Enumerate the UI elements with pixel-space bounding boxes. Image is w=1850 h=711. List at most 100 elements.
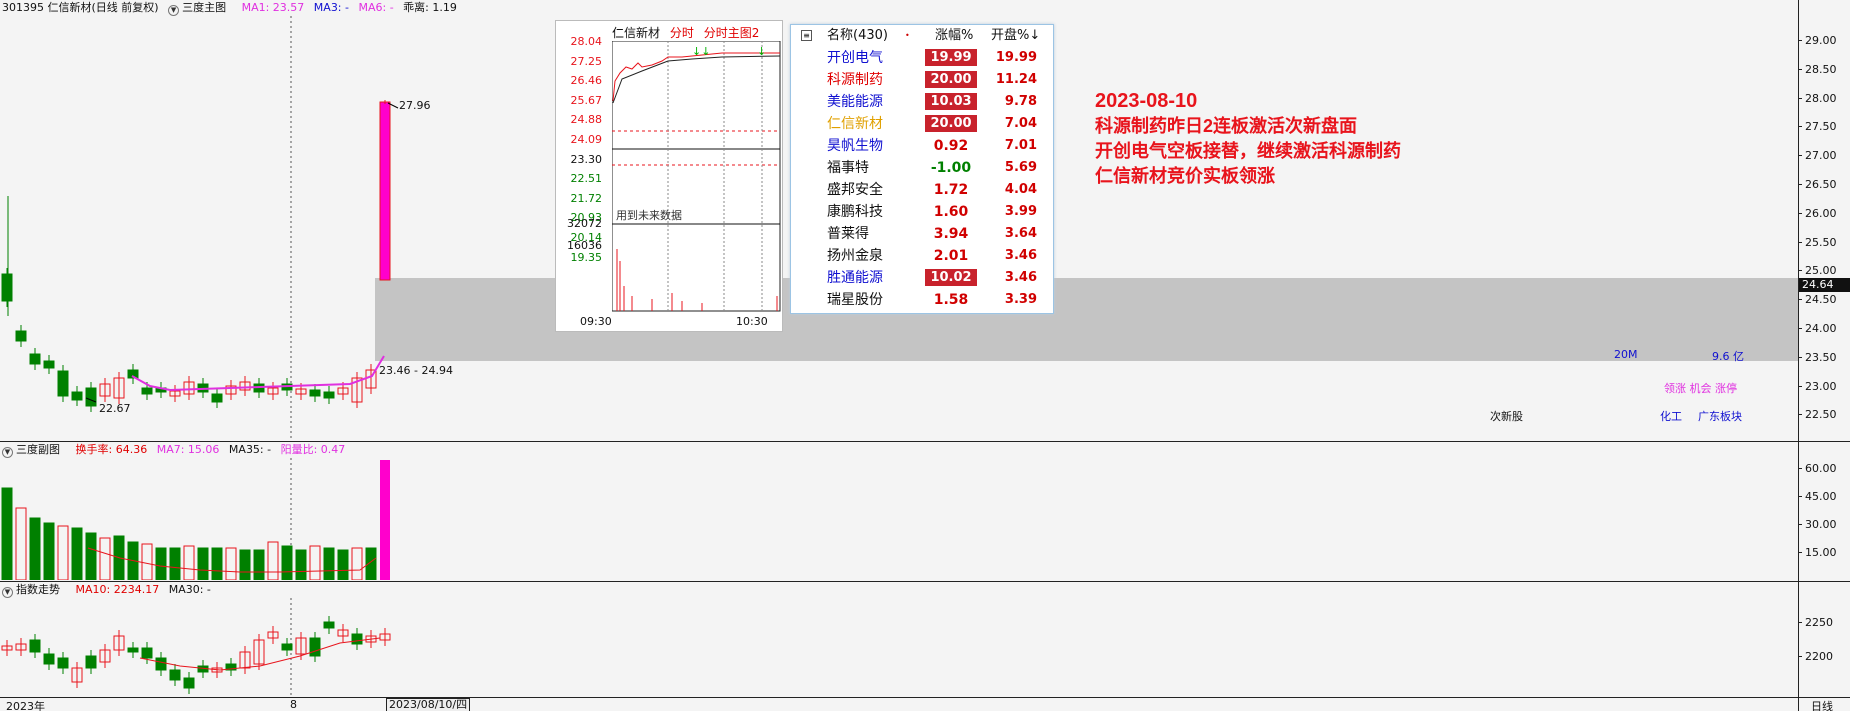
turnover-bar [253,549,265,580]
intraday-volume-top: 32072 [567,217,602,230]
watchlist-row[interactable]: 胜通能源 10.02 3.46 [791,267,1055,289]
stock-name[interactable]: 盛邦安全 [827,179,907,201]
ma6-label: MA6: - [358,1,394,14]
watchlist-row[interactable]: 仁信新材 20.00 7.04 [791,113,1055,135]
stock-name[interactable]: 瑞星股份 [827,289,907,311]
watchlist-row[interactable]: 康鹏科技 1.60 3.99 [791,201,1055,223]
main-y-axis: 29.00 28.50 28.00 27.50 27.00 26.50 26.00 25.50… [1798,0,1850,441]
stock-name[interactable]: 康鹏科技 [827,201,907,223]
turnover-bar [85,532,97,580]
intraday-time-end: 10:30 [736,315,768,328]
pane-divider-2[interactable] [0,581,1850,582]
future-data-notice: 用到未来数据 [616,209,682,222]
open-pct: 4.04 [1004,182,1037,197]
stock-name[interactable]: 福事特 [827,157,907,179]
ma3-label: MA3: - [313,1,349,14]
stock-name[interactable]: 美能能源 [827,91,907,113]
chevron-down-icon[interactable]: ▼ [168,5,180,16]
stock-name[interactable]: 昊帆生物 [827,135,907,157]
open-pct: 3.46 [1004,248,1037,263]
sub-indicator-selector[interactable]: ▼ 三度副图 [2,443,66,458]
stock-name[interactable]: 开创电气 [827,47,907,69]
watchlist-row[interactable]: 福事特 -1.00 5.69 [791,157,1055,179]
annotation-line-1: 科源制药昨日2连板激活次新盘面 [1095,116,1358,136]
index-candle [281,643,293,651]
header-open[interactable]: 开盘%↓ [991,25,1040,47]
watchlist-row[interactable]: 扬州金泉 2.01 3.46 [791,245,1055,267]
annotation-line-3: 仁信新材竞价实板领涨 [1095,166,1275,186]
intraday-price-label: 24.09 [570,133,603,146]
watchlist-row[interactable]: 美能能源 10.03 9.78 [791,91,1055,113]
index-candle [127,647,139,653]
index-y-axis: 2250 2200 [1798,582,1850,697]
high-price-label: 27.96 [399,99,431,112]
intraday-chart: ↓↓ ↓ [612,41,781,312]
menu-icon[interactable]: ≡ [801,30,812,41]
ma35-label: MA35: - [228,443,272,456]
turnover-bar [43,522,55,580]
amount-label: 9.6 亿 [1712,350,1744,363]
candle [57,370,69,397]
stock-name[interactable]: 普莱得 [827,223,907,245]
open-pct: 19.99 [995,50,1037,65]
header-name[interactable]: 名称(430) [827,25,888,47]
sector-chemical[interactable]: 化工 [1660,408,1682,424]
intraday-price-label: 27.25 [570,54,603,68]
index-candle [57,657,69,669]
change-pct: 20.00 [925,115,977,132]
y-tick-label: 28.00 [1798,91,1837,105]
watchlist-popup[interactable]: ≡ 名称(430) • 涨幅% 开盘%↓ 开创电气 19.99 19.99 科源制药 2… [790,24,1054,314]
intraday-tab-1[interactable]: 分时 [670,26,694,40]
open-pct: 3.99 [1004,204,1037,219]
turnover-chart[interactable] [0,458,1798,580]
current-price-tag: 24.64 [1799,278,1850,292]
turnover-bar [99,537,111,580]
turnover-bar [155,547,167,580]
y-tick-label: 45.00 [1798,490,1837,503]
y-tick-label: 23.00 [1798,379,1837,393]
watchlist-row[interactable]: 昊帆生物 0.92 7.01 [791,135,1055,157]
indicator-selector[interactable]: ▼ 三度主图 [168,1,232,16]
turnover-bar [337,549,349,580]
annotation-block: 2023-08-10 科源制药昨日2连板激活次新盘面 开创电气空板接替，继续激活… [1095,89,1401,189]
open-pct: 11.24 [995,72,1037,87]
candle [211,393,223,403]
y-tick-label: 60.00 [1798,462,1837,475]
index-chart[interactable] [0,598,1798,697]
watchlist-header: ≡ 名称(430) • 涨幅% 开盘%↓ [791,25,1055,47]
ma7-label: MA7: 15.06 [156,443,220,456]
watchlist-row[interactable]: 瑞星股份 1.58 3.39 [791,289,1055,311]
header-change[interactable]: 涨幅% [935,25,973,47]
period-label[interactable]: 日线 [1798,697,1850,711]
stock-name[interactable]: 胜通能源 [827,267,907,289]
index-selector[interactable]: ▼ 指数走势 [2,583,66,598]
stock-name[interactable]: 扬州金泉 [827,245,907,267]
index-candle [43,653,55,665]
svg-text:↓: ↓ [757,45,766,58]
turnover-bar [281,545,293,580]
stock-name[interactable]: 科源制药 [827,69,907,91]
sector-guangdong[interactable]: 广东板块 [1698,408,1742,424]
price-range-label: 23.46 - 24.94 [379,364,453,377]
candle [43,360,55,369]
y-tick-label: 25.00 [1798,264,1837,278]
turnover-bar [57,525,69,580]
watchlist-row[interactable]: 盛邦安全 1.72 4.04 [791,179,1055,201]
intraday-popup[interactable]: 仁信新材 分时 分时主图2 ↓↓ ↓ 28.04 27.25 26.46 25.67 2… [555,20,783,332]
candle [141,387,153,395]
index-candle [309,637,321,657]
annotation-date: 2023-08-10 [1095,90,1198,112]
intraday-price-label: 22.51 [570,172,603,186]
stock-name[interactable]: 仁信新材 [827,113,907,135]
category-label: 次新股 [1490,410,1523,423]
yang-ratio-label: 阳量比: 0.47 [280,443,346,456]
chevron-down-icon[interactable]: ▼ [2,587,13,598]
intraday-tab-2[interactable]: 分时主图2 [704,26,760,40]
candle [1,273,13,302]
watchlist-row[interactable]: 科源制药 20.00 11.24 [791,69,1055,91]
watchlist-row[interactable]: 普莱得 3.94 3.64 [791,223,1055,245]
index-candle [141,647,153,659]
chevron-down-icon[interactable]: ▼ [2,447,13,458]
intraday-price-label: 26.46 [570,74,603,88]
watchlist-row[interactable]: 开创电气 19.99 19.99 [791,47,1055,69]
